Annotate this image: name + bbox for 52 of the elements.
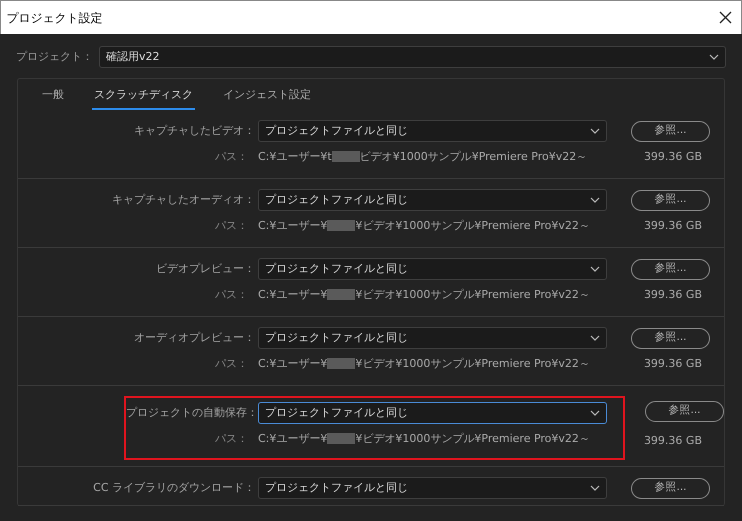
path-label: パス： [214, 218, 249, 234]
path-label: パス： [214, 431, 249, 447]
tab[interactable]: スクラッチディスク [92, 85, 195, 110]
redaction-block [332, 151, 360, 162]
folder-dropdown[interactable]: プロジェクトファイルと同じ [258, 402, 607, 424]
chevron-icon [709, 54, 719, 60]
redaction-block [327, 289, 356, 300]
path-label: パス： [214, 356, 249, 372]
chevron-icon [590, 266, 600, 272]
browse-button[interactable]: 参照... [631, 190, 710, 211]
project-dropdown[interactable]: 確認用v22 [99, 46, 726, 68]
redaction-block [327, 358, 356, 370]
browse-button[interactable]: 参照... [631, 258, 710, 280]
path-label: パス： [214, 287, 249, 303]
project-label: プロジェクト： [16, 48, 93, 65]
browse-button[interactable]: 参照... [631, 120, 710, 142]
path-text: C:¥ユーザー¥ ¥ビデオ¥1000サンプル¥Premiere Pro¥v22～ [258, 431, 590, 447]
folder-dropdown[interactable]: プロジェクトファイルと同じ [258, 258, 607, 280]
chevron-icon [590, 485, 600, 492]
folder-dropdown[interactable]: プロジェクトファイルと同じ [258, 327, 607, 350]
path-text: C:¥ユーザー¥t ビデオ¥1000サンプル¥Premiere Pro¥v22～ [258, 149, 588, 165]
redaction-block [327, 220, 356, 232]
disk-size: 399.36 GB [644, 433, 703, 449]
chevron-icon [590, 128, 600, 134]
redaction-block [327, 433, 356, 444]
close-icon [718, 10, 732, 24]
path-text: C:¥ユーザー¥ ¥ビデオ¥1000サンプル¥Premiere Pro¥v22～ [258, 218, 590, 234]
tab[interactable]: 一般 [40, 85, 66, 110]
folder-dropdown[interactable]: プロジェクトファイルと同じ [258, 120, 607, 142]
chevron-icon [590, 197, 600, 204]
field-label: プロジェクトの自動保存： [126, 405, 258, 421]
path-text: C:¥ユーザー¥ ¥ビデオ¥1000サンプル¥Premiere Pro¥v22～ [258, 287, 590, 303]
disk-size: 399.36 GB [644, 149, 703, 165]
disk-size: 399.36 GB [644, 356, 703, 372]
tab[interactable]: インジェスト設定 [221, 85, 313, 110]
folder-dropdown[interactable]: プロジェクトファイルと同じ [258, 477, 607, 500]
field-label: CC ライブラリのダウンロード： [92, 480, 256, 496]
window-title: プロジェクト設定 [6, 10, 102, 26]
disk-size: 399.36 GB [644, 218, 703, 234]
chevron-icon [590, 335, 600, 342]
chevron-icon [590, 410, 600, 416]
field-label: オーディオプレビュー： [133, 330, 256, 346]
field-label: ビデオプレビュー： [155, 261, 256, 277]
folder-dropdown[interactable]: プロジェクトファイルと同じ [258, 189, 607, 212]
path-text: C:¥ユーザー¥ ¥ビデオ¥1000サンプル¥Premiere Pro¥v22～ [258, 356, 590, 372]
browse-button[interactable]: 参照... [631, 478, 710, 499]
path-label: パス： [214, 149, 249, 165]
browse-button[interactable]: 参照... [645, 400, 724, 422]
disk-size: 399.36 GB [644, 287, 703, 303]
field-label: キャプチャしたオーディオ： [111, 192, 256, 208]
browse-button[interactable]: 参照... [631, 328, 710, 349]
field-label: キャプチャしたビデオ： [133, 123, 256, 139]
